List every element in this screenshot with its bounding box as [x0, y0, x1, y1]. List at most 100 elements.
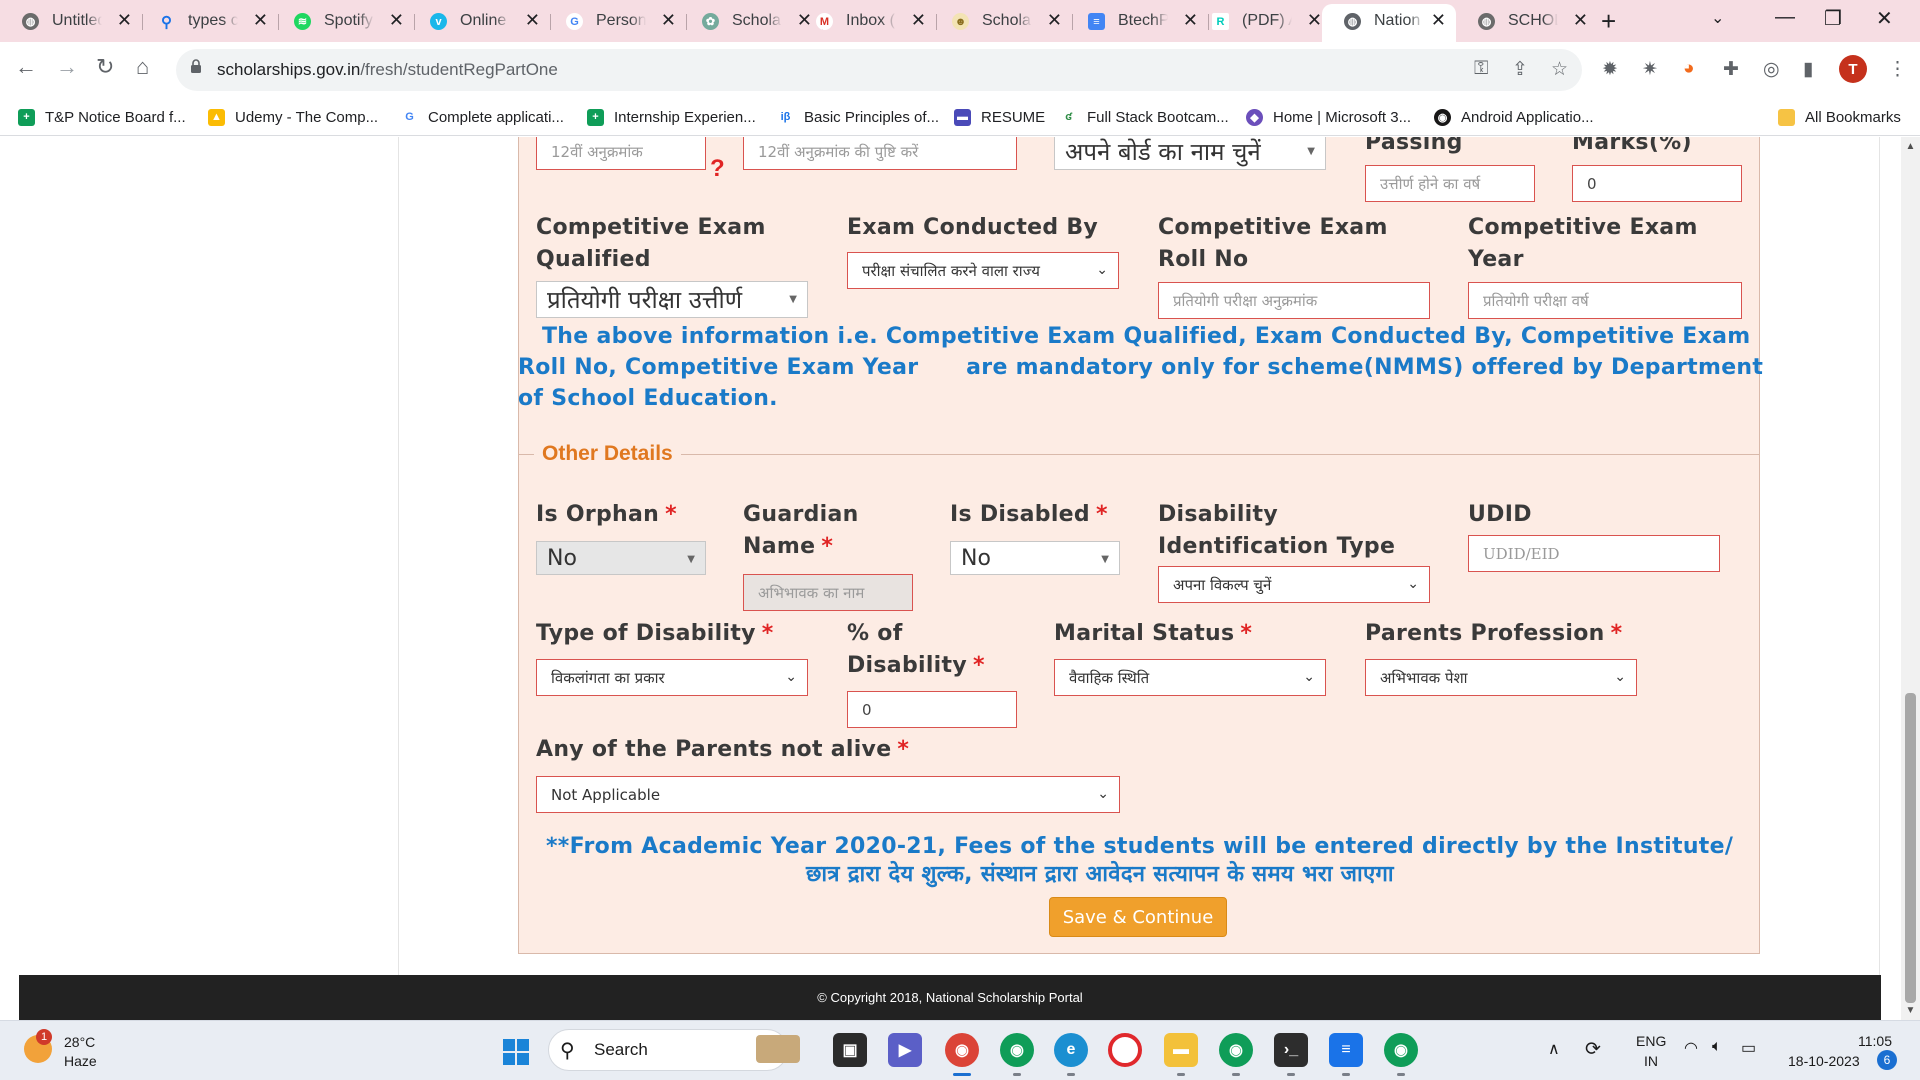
back-icon[interactable]: ← [15, 54, 37, 80]
help-icon[interactable]: ? [710, 155, 725, 183]
browser-tab-active[interactable]: ◍ Nation ✕ [1322, 4, 1456, 42]
sync-icon[interactable]: ⟳ [1585, 1038, 1601, 1061]
browser-tab[interactable]: ◍ SCHOL ✕ [1456, 6, 1598, 36]
wifi-icon[interactable]: ◠ [1684, 1038, 1698, 1058]
opera-icon[interactable] [1108, 1033, 1142, 1067]
reload-icon[interactable]: ↻ [96, 54, 114, 80]
close-icon[interactable]: ✕ [1573, 10, 1588, 31]
extension-bug-icon[interactable]: ✹ [1602, 58, 1618, 81]
roll-no-confirm-input[interactable]: 12वीं अनुक्रमांक की पुष्टि करें [743, 137, 1017, 170]
home-icon[interactable]: ⌂ [136, 54, 149, 80]
file-explorer-icon[interactable]: ▬ [1164, 1033, 1198, 1067]
media-icon[interactable]: ◎ [1763, 58, 1780, 81]
all-bookmarks-button[interactable]: All Bookmarks [1778, 104, 1901, 130]
bookmark-item[interactable]: ▲ Udemy - The Comp... [208, 104, 378, 130]
close-icon[interactable]: ✕ [661, 10, 676, 31]
tray-overflow-icon[interactable]: ∧ [1548, 1039, 1560, 1059]
udid-input[interactable]: UDID/EID [1468, 535, 1720, 572]
forward-icon[interactable]: → [56, 54, 78, 80]
guardian-name-input[interactable]: अभिभावक का नाम [743, 574, 913, 611]
save-and-continue-button[interactable]: Save & Continue [1049, 897, 1227, 937]
clock-date[interactable]: 18-10-2023 [1788, 1053, 1860, 1069]
restore-icon[interactable]: ❐ [1824, 6, 1842, 31]
teams-chat-icon[interactable]: ▶ [888, 1033, 922, 1067]
browser-tab[interactable]: M Inbox ( ✕ [794, 6, 937, 36]
language-region[interactable]: IN [1644, 1053, 1658, 1069]
taskbar-search-box[interactable] [548, 1029, 788, 1071]
weather-temperature[interactable]: 28°C [64, 1034, 95, 1050]
close-icon[interactable]: ✕ [1431, 10, 1446, 31]
browser-tab[interactable]: ≋ Spotify ✕ [272, 6, 415, 36]
bookmark-item[interactable]: + T&P Notice Board f... [18, 104, 186, 130]
terminal-icon[interactable]: ›_ [1274, 1033, 1308, 1067]
browser-tab[interactable]: ◍ Untitled ✕ [0, 6, 143, 36]
extensions-icon[interactable]: ✚ [1723, 58, 1739, 81]
scroll-up-arrow-icon[interactable]: ▲ [1901, 141, 1920, 152]
board-select[interactable]: अपने बोर्ड का नाम चुनें ▼ [1054, 137, 1326, 170]
language-indicator[interactable]: ENG [1636, 1033, 1666, 1049]
menu-icon[interactable]: ⋮ [1888, 58, 1907, 81]
chrome-profile-a-icon[interactable]: ◉ [1219, 1033, 1253, 1067]
disability-percent-input[interactable]: 0 [847, 691, 1017, 728]
share-icon[interactable]: ⇪ [1512, 58, 1528, 81]
tab-search-icon[interactable]: ⌄ [1711, 8, 1724, 28]
close-icon[interactable]: ✕ [525, 10, 540, 31]
parents-profession-select[interactable]: अभिभावक पेशा ⌄ [1365, 659, 1637, 696]
close-icon[interactable]: ✕ [1047, 10, 1062, 31]
notepad-icon[interactable]: ≡ [1329, 1033, 1363, 1067]
edge-icon[interactable]: e [1054, 1033, 1088, 1067]
clock-time[interactable]: 11:05 [1832, 1033, 1892, 1049]
extension-puzzle-dark-icon[interactable]: ✷ [1642, 58, 1658, 81]
marital-status-select[interactable]: वैवाहिक स्थिति ⌄ [1054, 659, 1326, 696]
bookmark-item[interactable]: ʛ Full Stack Bootcam... [1060, 104, 1229, 130]
weather-condition[interactable]: Haze [64, 1053, 97, 1069]
battery-icon[interactable]: ▭ [1741, 1038, 1756, 1058]
scroll-down-arrow-icon[interactable]: ▼ [1901, 1005, 1920, 1016]
key-icon[interactable]: ⚿ [1474, 58, 1488, 80]
competitive-exam-roll-input[interactable]: प्रतियोगी परीक्षा अनुक्रमांक [1158, 282, 1430, 319]
bookmark-item[interactable]: ◆ Home | Microsoft 3... [1246, 104, 1411, 130]
browser-tab[interactable]: v Online ✕ [408, 6, 551, 36]
type-of-disability-select[interactable]: विकलांगता का प्रकार ⌄ [536, 659, 808, 696]
profile-avatar[interactable]: T [1839, 55, 1867, 83]
chrome-profile-icon[interactable]: ◉ [1384, 1033, 1418, 1067]
star-icon[interactable]: ☆ [1551, 58, 1568, 81]
close-icon[interactable]: ✕ [253, 10, 268, 31]
browser-tab[interactable]: R (PDF) A ✕ [1190, 6, 1332, 36]
is-disabled-select[interactable]: No ▼ [950, 541, 1120, 575]
notification-badge[interactable]: 6 [1877, 1050, 1897, 1070]
lock-icon[interactable] [190, 59, 202, 73]
exam-conducted-by-select[interactable]: परीक्षा संचालित करने वाला राज्य ⌄ [847, 252, 1119, 289]
competitive-exam-year-input[interactable]: प्रतियोगी परीक्षा वर्ष [1468, 282, 1742, 319]
parents-not-alive-select[interactable]: Not Applicable ⌄ [536, 776, 1120, 813]
bookmark-item[interactable]: ◉ Android Applicatio... [1434, 104, 1594, 130]
extension-orange-icon[interactable]: ◕ [1683, 58, 1694, 80]
bookmark-item[interactable]: ▬ RESUME [954, 104, 1045, 130]
browser-tab[interactable]: ☻ Schola ✕ [930, 6, 1073, 36]
bookmark-item[interactable]: G Complete applicati... [401, 104, 564, 130]
passing-year-input[interactable]: उत्तीर्ण होने का वर्ष [1365, 165, 1535, 202]
close-icon[interactable]: ✕ [117, 10, 132, 31]
scroll-thumb[interactable] [1905, 693, 1916, 1003]
competitive-exam-qualified-select[interactable]: प्रतियोगी परीक्षा उत्तीर्ण ▼ [536, 281, 808, 318]
new-tab-button[interactable]: + [1601, 6, 1616, 37]
roll-no-input[interactable]: 12वीं अनुक्रमांक [536, 137, 706, 170]
browser-tab[interactable]: G Person ✕ [544, 6, 687, 36]
close-icon[interactable]: ✕ [389, 10, 404, 31]
browser-tab[interactable]: ⚲ types c ✕ [136, 6, 279, 36]
chrome-profile-t-icon[interactable]: ◉ [945, 1033, 979, 1067]
windows-start-icon[interactable] [503, 1039, 530, 1066]
page-scrollbar[interactable]: ▲ ▼ [1901, 137, 1920, 1020]
close-icon[interactable]: ✕ [911, 10, 926, 31]
chrome-icon[interactable]: ◉ [1000, 1033, 1034, 1067]
bookmark-item[interactable]: iβ Basic Principles of... [777, 104, 939, 130]
bookmark-item[interactable]: + Internship Experien... [587, 104, 756, 130]
browser-tab[interactable]: ≡ BtechP ✕ [1066, 6, 1209, 36]
url-text[interactable]: scholarships.gov.in/fresh/studentRegPart… [217, 60, 558, 80]
minimize-icon[interactable]: — [1775, 6, 1795, 29]
task-view-icon[interactable]: ▣ [833, 1033, 867, 1067]
close-icon[interactable]: ✕ [1307, 10, 1322, 31]
disability-identification-type-select[interactable]: अपना विकल्प चुनें ⌄ [1158, 566, 1430, 603]
window-close-icon[interactable]: ✕ [1876, 6, 1893, 31]
is-orphan-select[interactable]: No ▼ [536, 541, 706, 575]
